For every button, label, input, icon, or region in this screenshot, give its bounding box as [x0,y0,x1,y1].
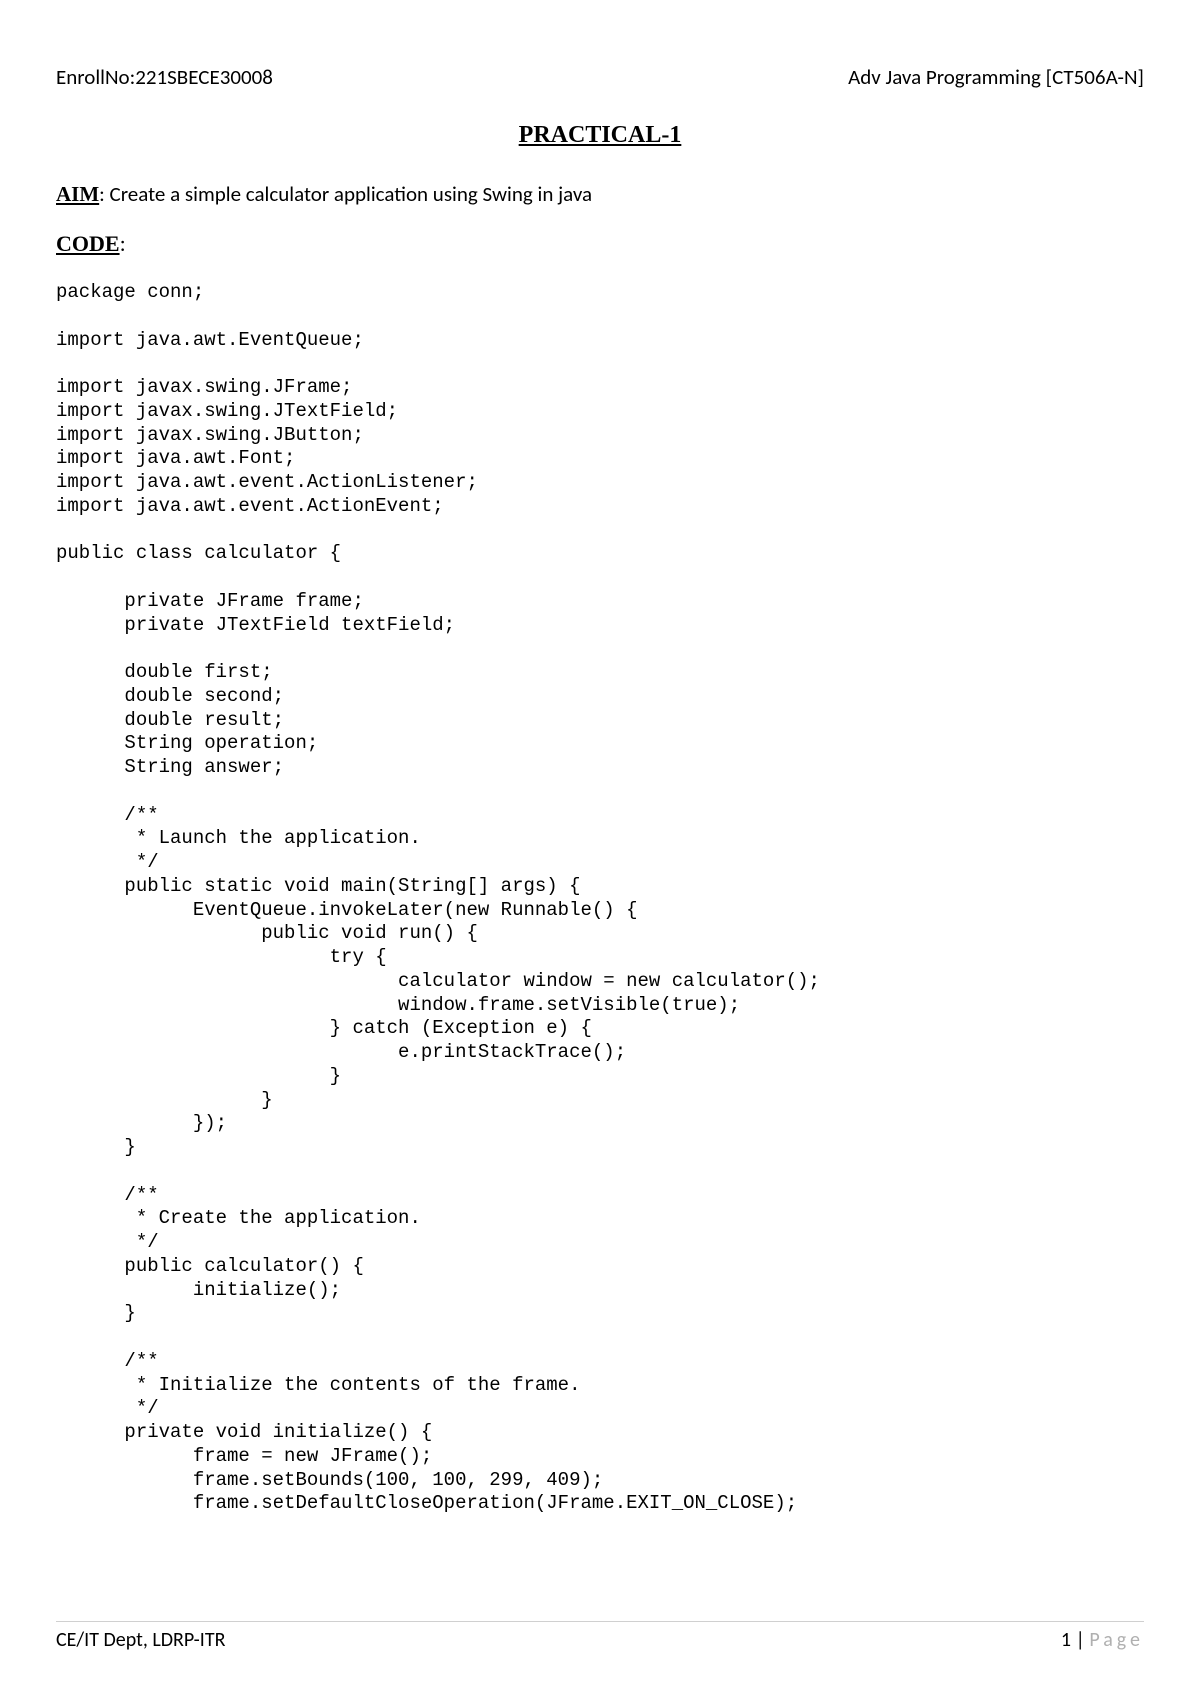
code-heading: CODE: [56,231,1144,257]
aim-label: AIM [56,182,99,206]
header-right: Adv Java Programming [CT506A-N] [848,64,1144,90]
footer: CE/IT Dept, LDRP-ITR 1 | Page [56,1621,1144,1652]
page-word: Page [1089,1628,1144,1652]
footer-left: CE/IT Dept, LDRP-ITR [56,1628,225,1652]
page-title: PRACTICAL-1 [56,122,1144,149]
aim-section: AIM: Create a simple calculator applicat… [56,181,1144,207]
footer-right: 1 | Page [1061,1628,1144,1652]
code-label: CODE [56,231,120,256]
header-left: EnrollNo:221SBECE30008 [56,64,273,90]
header: EnrollNo:221SBECE30008 Adv Java Programm… [56,64,1144,90]
page-sep: | [1071,1628,1089,1652]
code-label-colon: : [120,231,126,256]
code-block: package conn; import java.awt.EventQueue… [56,281,1144,1516]
page-number: 1 [1061,1628,1071,1652]
aim-text: : Create a simple calculator application… [99,181,592,207]
